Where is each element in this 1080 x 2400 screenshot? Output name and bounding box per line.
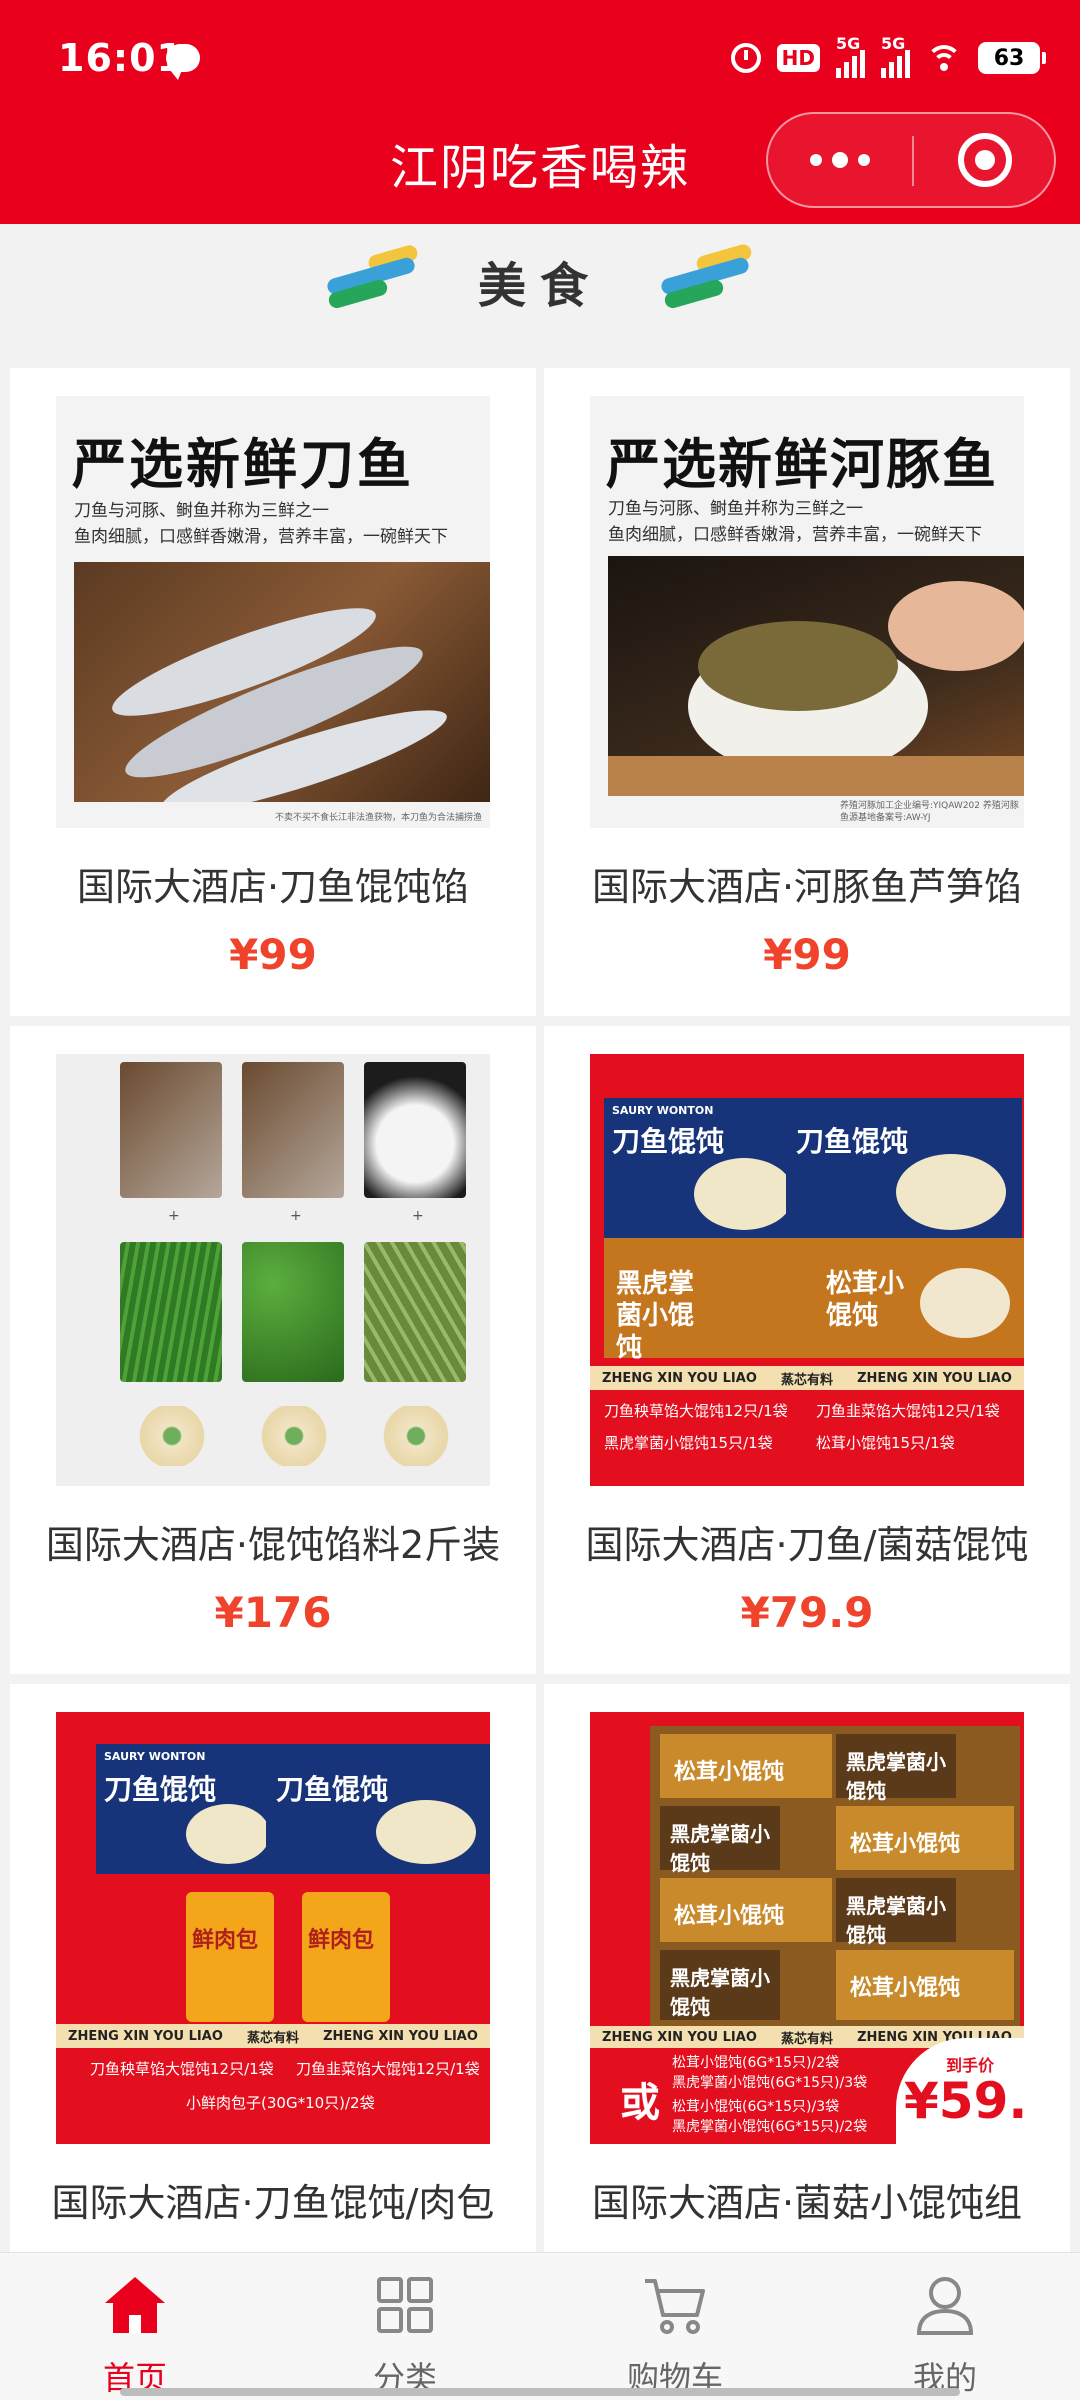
image-caption: 刀鱼与河豚、鲥鱼并称为三鲜之一 [74, 501, 329, 521]
image-footnote: 养殖河豚加工企业编号:YIQAW202 养殖河豚鱼源基地备案号:AW-YJ [840, 801, 1019, 823]
wonton-photo [260, 1406, 328, 1466]
status-bar: 16:01 HD 5G 5G 63 [0, 0, 1080, 120]
product-card[interactable]: 严选新鲜河豚鱼 刀鱼与河豚、鲥鱼并称为三鲜之一 鱼肉细腻，口感鲜香嫩滑，营养丰富… [544, 368, 1070, 1016]
brand-strip: ZHENG XIN YOU LIAO 蒸芯有料 ZHENG XIN YOU LI… [56, 2024, 490, 2048]
ingredient-herb-photo [242, 1242, 344, 1382]
product-name: 国际大酒店·刀鱼/菌菇馄饨 [585, 1523, 1029, 1567]
product-card[interactable]: SAURY WONTON 刀鱼馄饨 刀鱼馄饨 鲜肉包 鲜肉包 ZHENG XIN… [10, 1684, 536, 2332]
product-price: ¥79.9 [740, 1588, 874, 1637]
product-name: 国际大酒店·菌菇小馄饨组 [591, 2181, 1023, 2225]
product-price: ¥99 [763, 930, 851, 979]
tab-cart[interactable]: 购物车 [540, 2253, 810, 2400]
product-price: ¥176 [214, 1588, 332, 1637]
tab-profile[interactable]: 我的 [810, 2253, 1080, 2400]
price-badge: 到手价 ¥59.9 [896, 2038, 1024, 2144]
profile-icon [916, 2277, 974, 2335]
home-indicator [120, 2388, 960, 2396]
signal-icon: 5G [836, 34, 865, 78]
fish-photo [74, 562, 490, 814]
product-image: SAURY WONTON 刀鱼馄饨 刀鱼馄饨 鲜肉包 鲜肉包 ZHENG XIN… [56, 1712, 490, 2144]
ingredient-fish-photo [120, 1062, 222, 1198]
mini-program-capsule [766, 112, 1056, 208]
product-image: 松茸小馄饨 黑虎掌菌小馄饨 黑虎掌菌小馄饨 松茸小馄饨 松茸小馄饨 黑虎掌菌小馄… [590, 1712, 1024, 2144]
plus-sign: + [168, 1208, 180, 1224]
more-dots-icon[interactable] [768, 114, 912, 206]
ingredient-asparagus-photo [364, 1242, 466, 1382]
image-footnote: 不卖不买不食长江非法渔获物，本刀鱼为合法捕捞渔 [274, 813, 482, 823]
product-name: 国际大酒店·河豚鱼芦笋馅 [591, 865, 1023, 909]
tab-home[interactable]: 首页 [0, 2253, 270, 2400]
target-close-icon[interactable] [914, 114, 1056, 206]
product-card[interactable]: 松茸小馄饨 黑虎掌菌小馄饨 黑虎掌菌小馄饨 松茸小馄饨 松茸小馄饨 黑虎掌菌小馄… [544, 1684, 1070, 2332]
product-image: 严选新鲜河豚鱼 刀鱼与河豚、鲥鱼并称为三鲜之一 鱼肉细腻，口感鲜香嫩滑，营养丰富… [590, 396, 1024, 828]
signal-icon-2: 5G [881, 34, 910, 78]
ingredient-chives-photo [120, 1242, 222, 1382]
product-name: 国际大酒店·馄饨馅料2斤装 [45, 1523, 501, 1567]
plus-sign: + [290, 1208, 302, 1224]
section-header: 美食 [0, 232, 1080, 322]
product-price: ¥99 [229, 930, 317, 979]
ingredient-fish-photo [242, 1062, 344, 1198]
product-card[interactable]: + + + 国际大酒店·馄饨馅料2斤装 ¥176 [10, 1026, 536, 1674]
wifi-icon [926, 43, 962, 73]
hd-icon: HD [776, 44, 820, 72]
bun-pack: 鲜肉包 [186, 1892, 274, 2022]
mushroom-wonton-pack: 黑虎掌菌小馄饨 [604, 1238, 810, 1363]
bun-pack: 鲜肉包 [302, 1892, 390, 2022]
bottom-tab-bar: 首页 分类 购物车 我的 [0, 2252, 1080, 2400]
wonton-pack: 刀鱼馄饨 [786, 1098, 1022, 1238]
image-caption: 鱼肉细腻，口感鲜香嫩滑，营养丰富，一碗鲜天下 [608, 525, 982, 545]
app-header: 16:01 HD 5G 5G 63 江阴吃香喝辣 [0, 0, 1080, 224]
status-icons: HD 5G 5G 63 [730, 34, 1046, 80]
product-image: SAURY WONTON 刀鱼馄饨 刀鱼馄饨 黑虎掌菌小馄饨 松茸小馄饨 ZHE… [590, 1054, 1024, 1486]
tab-category[interactable]: 分类 [270, 2253, 540, 2400]
wonton-pack: 刀鱼馄饨 [266, 1744, 490, 1874]
ingredient-puffer-photo [364, 1062, 466, 1198]
battery-icon: 63 [978, 42, 1046, 74]
wonton-pack: SAURY WONTON 刀鱼馄饨 [604, 1098, 800, 1238]
wonton-pack: SAURY WONTON 刀鱼馄饨 [96, 1744, 276, 1874]
product-image: + + + [56, 1054, 490, 1486]
wonton-photo [138, 1406, 206, 1466]
image-headline: 严选新鲜河豚鱼 [606, 433, 998, 496]
home-icon [105, 2277, 165, 2333]
product-card[interactable]: SAURY WONTON 刀鱼馄饨 刀鱼馄饨 黑虎掌菌小馄饨 松茸小馄饨 ZHE… [544, 1026, 1070, 1674]
product-card[interactable]: 严选新鲜刀鱼 刀鱼与河豚、鲥鱼并称为三鲜之一 鱼肉细腻，口感鲜香嫩滑，营养丰富，… [10, 368, 536, 1016]
image-headline: 严选新鲜刀鱼 [72, 433, 414, 496]
section-title: 美食 [477, 258, 602, 314]
pufferfish-photo [608, 556, 1024, 796]
mushroom-wonton-stack: 松茸小馄饨 黑虎掌菌小馄饨 黑虎掌菌小馄饨 松茸小馄饨 松茸小馄饨 黑虎掌菌小馄… [650, 1726, 1020, 2026]
cart-icon [645, 2279, 705, 2334]
product-image: 严选新鲜刀鱼 刀鱼与河豚、鲥鱼并称为三鲜之一 鱼肉细腻，口感鲜香嫩滑，营养丰富，… [56, 396, 490, 828]
plus-sign: + [412, 1208, 424, 1224]
brand-strip: ZHENG XIN YOU LIAO 蒸芯有料 ZHENG XIN YOU LI… [590, 1366, 1024, 1390]
product-name: 国际大酒店·刀鱼馄饨馅 [76, 865, 470, 909]
image-caption: 刀鱼与河豚、鲥鱼并称为三鲜之一 [608, 499, 863, 519]
message-icon [166, 44, 200, 80]
category-grid-icon [377, 2277, 433, 2333]
or-label: 或 [620, 2080, 660, 2126]
alarm-icon [730, 43, 761, 73]
image-caption: 鱼肉细腻，口感鲜香嫩滑，营养丰富，一碗鲜天下 [74, 527, 448, 547]
wonton-photo [382, 1406, 450, 1466]
matsutake-wonton-pack: 松茸小馄饨 [800, 1238, 1024, 1358]
decor-stripes-icon [656, 242, 756, 312]
product-name: 国际大酒店·刀鱼馄饨/肉包 [51, 2181, 495, 2225]
